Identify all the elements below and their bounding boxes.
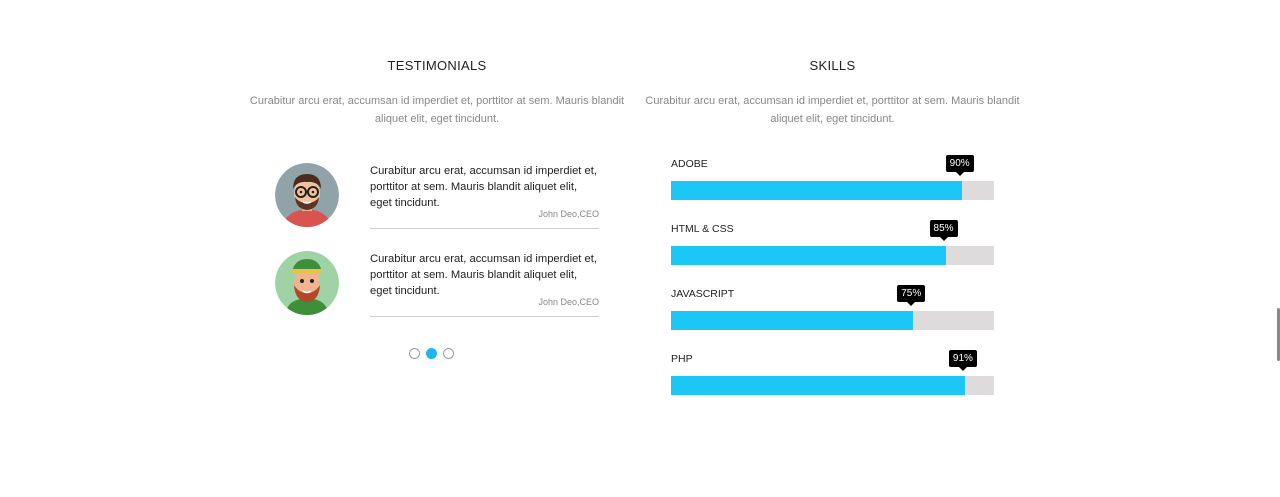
skill-fill [671,181,962,200]
testimonial-author: John Deo,CEO [538,209,599,219]
skill-percent-tooltip: 90% [945,155,974,176]
pagination-dot-2[interactable] [426,348,437,359]
skill-percent-tooltip: 75% [897,285,926,306]
skill-bar-javascript: JAVASCRIPT 75% [671,285,994,333]
skill-track [671,181,994,200]
skill-track [671,311,994,330]
skill-percent-tooltip: 91% [948,350,977,371]
skills-title: SKILLS [809,58,856,73]
skill-label: ADOBE [671,158,708,170]
skill-bar-php: PHP 91% [671,350,994,398]
skill-track [671,376,994,395]
testimonials-description: Curabitur arcu erat, accumsan id imperdi… [249,95,625,125]
man-with-glasses-avatar [275,163,339,227]
skill-label: PHP [671,353,693,365]
testimonial-quote: Curabitur arcu erat, accumsan id imperdi… [370,165,597,209]
pagination-dot-1[interactable] [409,348,420,359]
testimonials-title: TESTIMONIALS [387,58,487,73]
skills-description: Curabitur arcu erat, accumsan id imperdi… [645,95,1020,125]
testimonial-quote: Curabitur arcu erat, accumsan id imperdi… [370,253,597,297]
testimonial-author: John Deo,CEO [538,297,599,307]
skill-bar-adobe: ADOBE 90% [671,155,994,203]
pagination-dot-3[interactable] [443,348,454,359]
skill-bar-html-css: HTML & CSS 85% [671,220,994,268]
testimonial-divider [370,316,599,317]
skill-fill [671,376,965,395]
skill-fill [671,246,946,265]
testimonial-divider [370,228,599,229]
testimonial-pagination [409,348,454,359]
skill-percent-tooltip: 85% [929,220,958,241]
skill-label: JAVASCRIPT [671,288,735,300]
skill-track [671,246,994,265]
skill-label: HTML & CSS [671,223,734,235]
skill-fill [671,311,914,330]
bearded-man-green-hat-avatar [275,251,339,315]
